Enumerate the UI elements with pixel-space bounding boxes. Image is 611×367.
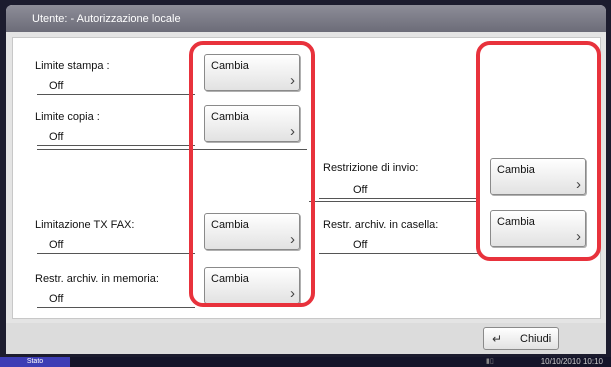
return-arrow-icon: ↵ <box>492 332 503 346</box>
highlight-frame-right <box>476 41 601 261</box>
divider <box>37 94 195 95</box>
copy-limit-value: Off <box>49 131 64 143</box>
memory-storage-restriction-label: Restr. archiv. in memoria: <box>35 273 159 285</box>
highlight-frame-left <box>189 41 315 307</box>
box-storage-restriction-label: Restr. archiv. in casella: <box>323 219 439 231</box>
status-bar: Stato ▮▯ 10/10/2010 10:10 <box>0 357 611 367</box>
divider <box>37 145 195 146</box>
status-indicator-icon: ▮▯ <box>486 358 494 365</box>
close-button[interactable]: ↵ Chiudi <box>483 327 559 350</box>
divider <box>319 198 479 199</box>
title-bar: Utente: - Autorizzazione locale <box>6 5 606 32</box>
memory-storage-restriction-value: Off <box>49 293 64 305</box>
divider <box>319 253 479 254</box>
copy-limit-label: Limite copia : <box>35 111 100 123</box>
send-restriction-value: Off <box>353 184 368 196</box>
close-button-label: Chiudi <box>520 333 552 345</box>
status-tab[interactable]: Stato <box>0 357 70 367</box>
section-divider <box>309 201 479 202</box>
bottom-bar: ↵ Chiudi <box>6 323 606 354</box>
print-limit-label: Limite stampa : <box>35 60 110 72</box>
divider <box>37 307 195 308</box>
page-title: Utente: - Autorizzazione locale <box>32 13 181 25</box>
send-restriction-label: Restrizione di invio: <box>323 162 419 174</box>
fax-tx-limit-label: Limitazione TX FAX: <box>35 219 135 231</box>
status-datetime: 10/10/2010 10:10 <box>540 357 603 366</box>
fax-tx-limit-value: Off <box>49 239 64 251</box>
divider <box>37 253 195 254</box>
box-storage-restriction-value: Off <box>353 239 368 251</box>
print-limit-value: Off <box>49 80 64 92</box>
screen: Utente: - Autorizzazione locale Limite s… <box>6 5 606 354</box>
